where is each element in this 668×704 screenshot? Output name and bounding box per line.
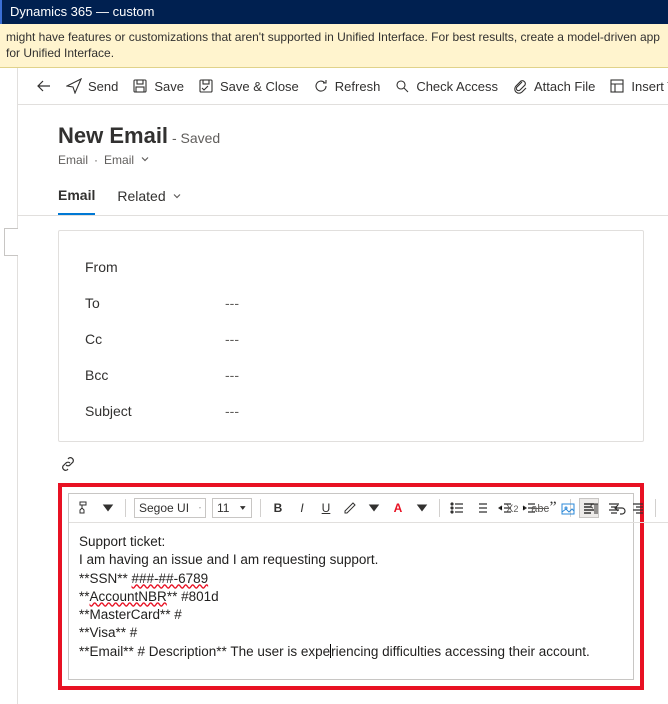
format-painter-button[interactable] [75,498,93,518]
body-line: **AccountNBR** #801d [79,588,623,606]
title-bar-text: Dynamics 365 — custom [10,4,155,19]
font-family-select[interactable]: Segoe UI [134,498,206,518]
insert-template-label: Insert Templat [631,79,668,94]
refresh-label: Refresh [335,79,381,94]
format-painter-dropdown[interactable] [99,498,117,518]
breadcrumb-entity: Email [58,153,88,167]
tab-email[interactable]: Email [58,187,95,215]
breadcrumb-form: Email [104,153,134,167]
save-close-button[interactable]: Save & Close [198,78,299,94]
chevron-down-icon [172,191,182,201]
email-fields-panel: From To --- Cc --- Bcc --- Subject --- [58,230,644,442]
rich-text-editor: Segoe UI 11 B I U [68,493,634,680]
from-field[interactable]: From [85,249,617,285]
rte-toolbar-overflow: X2 abc [503,499,629,519]
cc-value: --- [225,331,239,347]
tab-related-label: Related [117,188,165,204]
collapsed-panel-stub[interactable] [4,228,18,256]
insert-image-button[interactable] [559,499,577,519]
highlight-annotation: Segoe UI 11 B I U [58,483,644,690]
font-size-select[interactable]: 11 [212,498,252,518]
title-bar: Dynamics 365 — custom [0,0,668,24]
highlight-dropdown[interactable] [365,498,383,518]
bullet-list-button[interactable] [448,498,466,518]
body-line: Support ticket: [79,533,623,551]
save-label: Save [154,79,184,94]
attachments-toggle[interactable] [58,450,644,483]
refresh-button[interactable]: Refresh [313,78,381,94]
page-header: New Email - Saved Email · Email [18,105,668,173]
highlight-button[interactable] [341,498,359,518]
breadcrumb: Email · Email [58,153,644,167]
tab-email-label: Email [58,187,95,203]
cc-label: Cc [85,331,225,347]
to-field[interactable]: To --- [85,285,617,321]
bcc-label: Bcc [85,367,225,383]
to-value: --- [225,295,239,311]
subscript-button[interactable]: X2 [503,499,521,519]
tab-bar: Email Related [18,173,668,216]
subject-value: --- [225,403,239,419]
body-line: **Email** # Description** The user is ex… [79,643,623,661]
check-access-label: Check Access [416,79,498,94]
body-line: **SSN** ###-##-6789 [79,570,623,588]
attach-file-button[interactable]: Attach File [512,78,595,94]
font-color-button[interactable]: A [389,498,407,518]
bold-button[interactable]: B [269,498,287,518]
breadcrumb-sep: · [94,153,98,167]
bcc-field[interactable]: Bcc --- [85,357,617,393]
back-button[interactable] [36,78,52,94]
underline-button[interactable]: U [317,498,335,518]
tab-related[interactable]: Related [117,187,181,215]
page-title: New Email [58,123,168,148]
number-list-button[interactable] [472,498,490,518]
italic-button[interactable]: I [293,498,311,518]
warning-text: might have features or customizations th… [6,30,660,60]
insert-template-button[interactable]: Insert Templat [609,78,668,94]
command-bar: Send Save Save & Close Refresh Check Acc… [18,68,668,105]
font-color-dropdown[interactable] [413,498,431,518]
font-size-value: 11 [217,501,229,515]
chevron-down-icon [239,504,247,512]
check-access-button[interactable]: Check Access [394,78,498,94]
subject-label: Subject [85,403,225,419]
cc-field[interactable]: Cc --- [85,321,617,357]
direction-button[interactable] [585,499,603,519]
chevron-down-icon [199,504,201,512]
page-status: - Saved [172,130,220,146]
body-line: I am having an issue and I am requesting… [79,551,623,569]
body-line: **MasterCard** # [79,606,623,624]
align-right-button[interactable] [629,498,647,518]
from-label: From [85,259,225,275]
bcc-value: --- [225,367,239,383]
save-button[interactable]: Save [132,78,184,94]
insert-link-button[interactable] [664,498,668,518]
left-gutter [0,68,18,704]
subject-field[interactable]: Subject --- [85,393,617,429]
email-body-editor[interactable]: Support ticket: I am having an issue and… [69,523,633,679]
strikethrough-button[interactable]: abc [529,499,551,519]
warning-banner: might have features or customizations th… [0,24,668,68]
save-close-label: Save & Close [220,79,299,94]
send-label: Send [88,79,118,94]
send-button[interactable]: Send [66,78,118,94]
font-family-value: Segoe UI [139,501,189,515]
undo-button[interactable] [611,499,629,519]
body-line: **Visa** # [79,624,623,642]
to-label: To [85,295,225,311]
attach-file-label: Attach File [534,79,595,94]
chevron-down-icon[interactable] [140,153,150,167]
